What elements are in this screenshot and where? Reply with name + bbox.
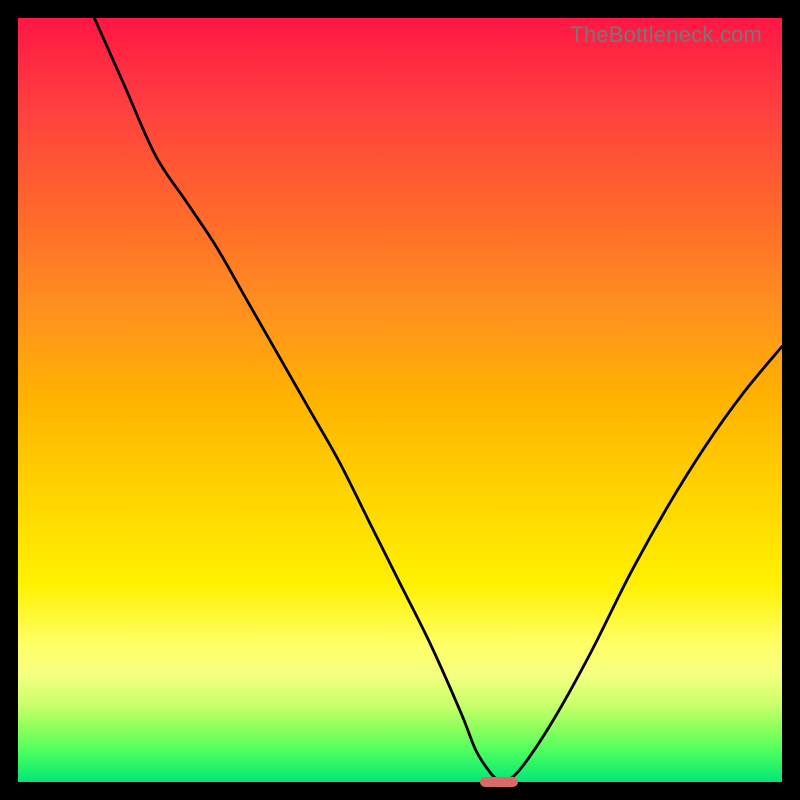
plot-area: TheBottleneck.com bbox=[18, 18, 782, 782]
curve-svg bbox=[18, 18, 782, 782]
bottleneck-curve bbox=[94, 18, 782, 781]
minimum-marker bbox=[480, 777, 518, 786]
chart-frame: TheBottleneck.com bbox=[0, 0, 800, 800]
